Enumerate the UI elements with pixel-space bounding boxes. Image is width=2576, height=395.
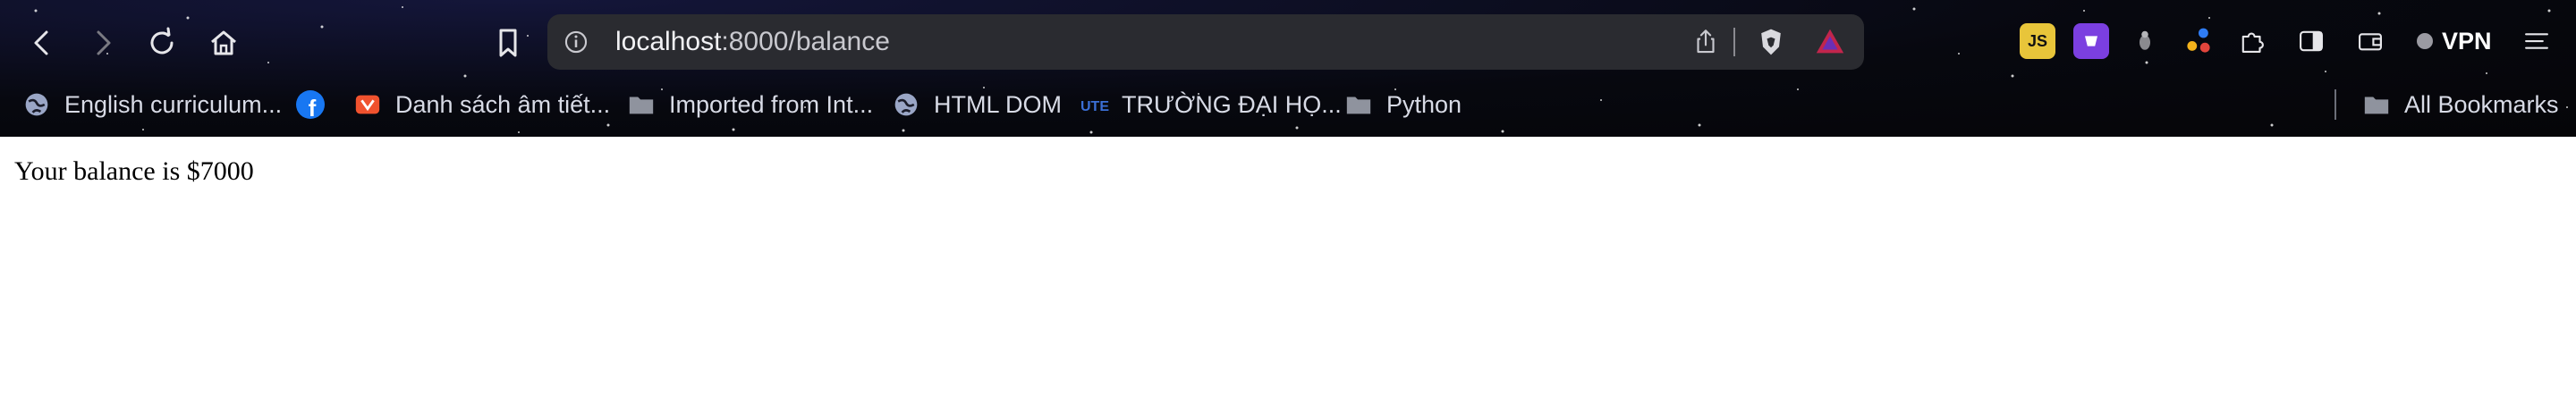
folder-icon — [626, 89, 657, 120]
bookmark-item[interactable]: Imported from Int... — [626, 84, 873, 125]
toolbar: localhost:8000/balance JS VPN — [0, 0, 2576, 84]
extension-dots-button[interactable] — [2181, 23, 2216, 59]
bookmarks-divider — [2334, 89, 2336, 120]
vpn-label: VPN — [2442, 27, 2492, 55]
facebook-icon: f — [295, 89, 326, 120]
share-icon — [1697, 29, 1715, 54]
reload-button[interactable] — [139, 20, 185, 66]
brave-rewards-button[interactable] — [1812, 24, 1848, 60]
url-text[interactable]: localhost:8000/balance — [615, 14, 890, 70]
bookmark-item[interactable]: Danh sách âm tiết... — [352, 84, 610, 125]
wallet-button[interactable] — [2352, 23, 2388, 59]
extension-purple-button[interactable] — [2073, 23, 2109, 59]
reload-icon — [150, 27, 174, 55]
js-icon: JS — [2027, 31, 2048, 50]
globe-icon — [21, 89, 52, 120]
forward-arrow-icon — [97, 30, 111, 55]
page-content: Your balance is $7000 — [0, 137, 2576, 206]
url-host: localhost — [615, 27, 722, 56]
colored-dots-icon — [2187, 28, 2210, 53]
extensions-menu-button[interactable] — [2234, 23, 2270, 59]
bookmark-item[interactable]: UTE TRƯỜNG ĐẠI HỌ... — [1079, 84, 1342, 125]
browser-chrome: localhost:8000/balance JS VPN English cu… — [0, 0, 2576, 137]
forward-button[interactable] — [79, 20, 125, 66]
url-path: :8000/balance — [721, 27, 890, 56]
brave-shields-button[interactable] — [1753, 24, 1789, 60]
site-favicon-icon — [352, 89, 383, 120]
svg-text:f: f — [309, 95, 317, 120]
bookmark-item[interactable]: HTML DOM — [891, 84, 1062, 125]
bookmark-label: TRƯỜNG ĐẠI HỌ... — [1122, 90, 1342, 118]
all-bookmarks-button[interactable]: All Bookmarks — [2361, 84, 2559, 125]
share-button[interactable] — [1688, 24, 1724, 60]
info-icon — [564, 30, 588, 54]
balance-text: Your balance is $7000 — [14, 156, 254, 186]
site-info-button[interactable] — [558, 24, 594, 60]
bug-icon — [2140, 30, 2150, 50]
home-icon — [211, 30, 236, 55]
js-extension-button[interactable]: JS — [2020, 23, 2055, 59]
bookmark-icon — [499, 29, 517, 57]
sidebar-toggle-button[interactable] — [2293, 23, 2329, 59]
ute-logo-icon: UTE — [1079, 89, 1109, 120]
all-bookmarks-label: All Bookmarks — [2404, 90, 2559, 118]
bookmark-page-button[interactable] — [485, 20, 531, 66]
omnibox-divider — [1733, 28, 1735, 56]
back-arrow-icon — [34, 30, 48, 55]
back-button[interactable] — [20, 20, 66, 66]
vpn-button[interactable]: VPN — [2417, 23, 2492, 59]
purple-extension-icon — [2085, 36, 2097, 46]
bookmark-label: Danh sách âm tiết... — [395, 90, 611, 118]
address-bar[interactable]: localhost:8000/balance — [547, 14, 1864, 70]
puzzle-icon — [2241, 32, 2264, 53]
bookmarks-bar: English curriculum... f Danh sách âm tiế… — [0, 84, 2576, 137]
folder-icon — [2361, 89, 2392, 120]
bookmark-label: English curriculum... — [64, 90, 283, 118]
folder-icon — [1343, 89, 1374, 120]
svg-text:UTE: UTE — [1080, 99, 1109, 114]
bookmark-label: Imported from Int... — [669, 90, 874, 118]
lion-shield-icon — [1761, 29, 1781, 55]
wallet-icon — [2359, 33, 2382, 51]
main-menu-button[interactable] — [2519, 23, 2555, 59]
bookmark-label: Python — [1386, 90, 1462, 118]
bookmark-label: HTML DOM — [934, 90, 1062, 118]
bookmark-item[interactable]: English curriculum... — [21, 84, 282, 125]
globe-icon — [891, 89, 921, 120]
sidebar-icon — [2300, 30, 2323, 52]
home-button[interactable] — [200, 20, 247, 66]
extension-bug-button[interactable] — [2127, 23, 2163, 59]
vpn-status-dot — [2417, 33, 2433, 49]
triangle-rewards-icon — [1816, 29, 1844, 54]
bookmark-item[interactable]: f — [295, 84, 326, 125]
hamburger-menu-icon — [2525, 33, 2548, 49]
bookmark-item[interactable]: Python — [1343, 84, 1462, 125]
